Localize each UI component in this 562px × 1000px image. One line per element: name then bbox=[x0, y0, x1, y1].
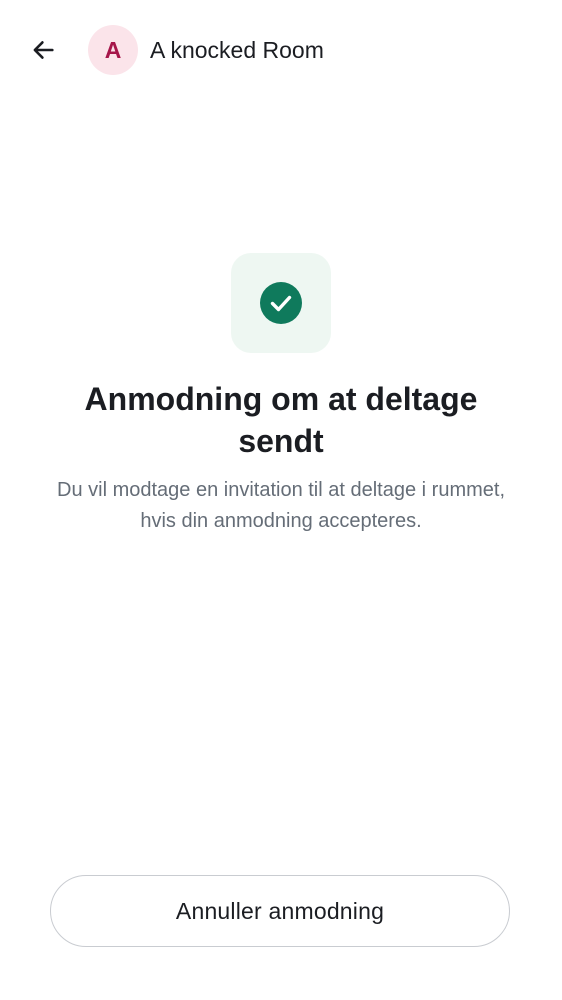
back-button[interactable] bbox=[22, 29, 64, 71]
cancel-request-label: Annuller anmodning bbox=[175, 897, 385, 924]
room-name: A knocked Room bbox=[150, 37, 324, 63]
status-icon-tile bbox=[231, 253, 331, 353]
room-avatar: A bbox=[88, 25, 138, 75]
page-title: Anmodning om at deltage sendt bbox=[84, 381, 478, 459]
top-app-bar: A A knocked Room bbox=[0, 0, 562, 100]
arrow-left-icon bbox=[33, 41, 54, 59]
cancel-request-button[interactable]: Annuller anmodning bbox=[50, 875, 510, 947]
avatar-initial: A bbox=[104, 36, 122, 63]
check-circle-icon bbox=[260, 282, 302, 324]
status-description: Du vil modtage en invitation til at delt… bbox=[57, 479, 505, 532]
knock-request-sent-screen: A A knocked Room Anmodning om at deltage… bbox=[0, 0, 562, 1000]
